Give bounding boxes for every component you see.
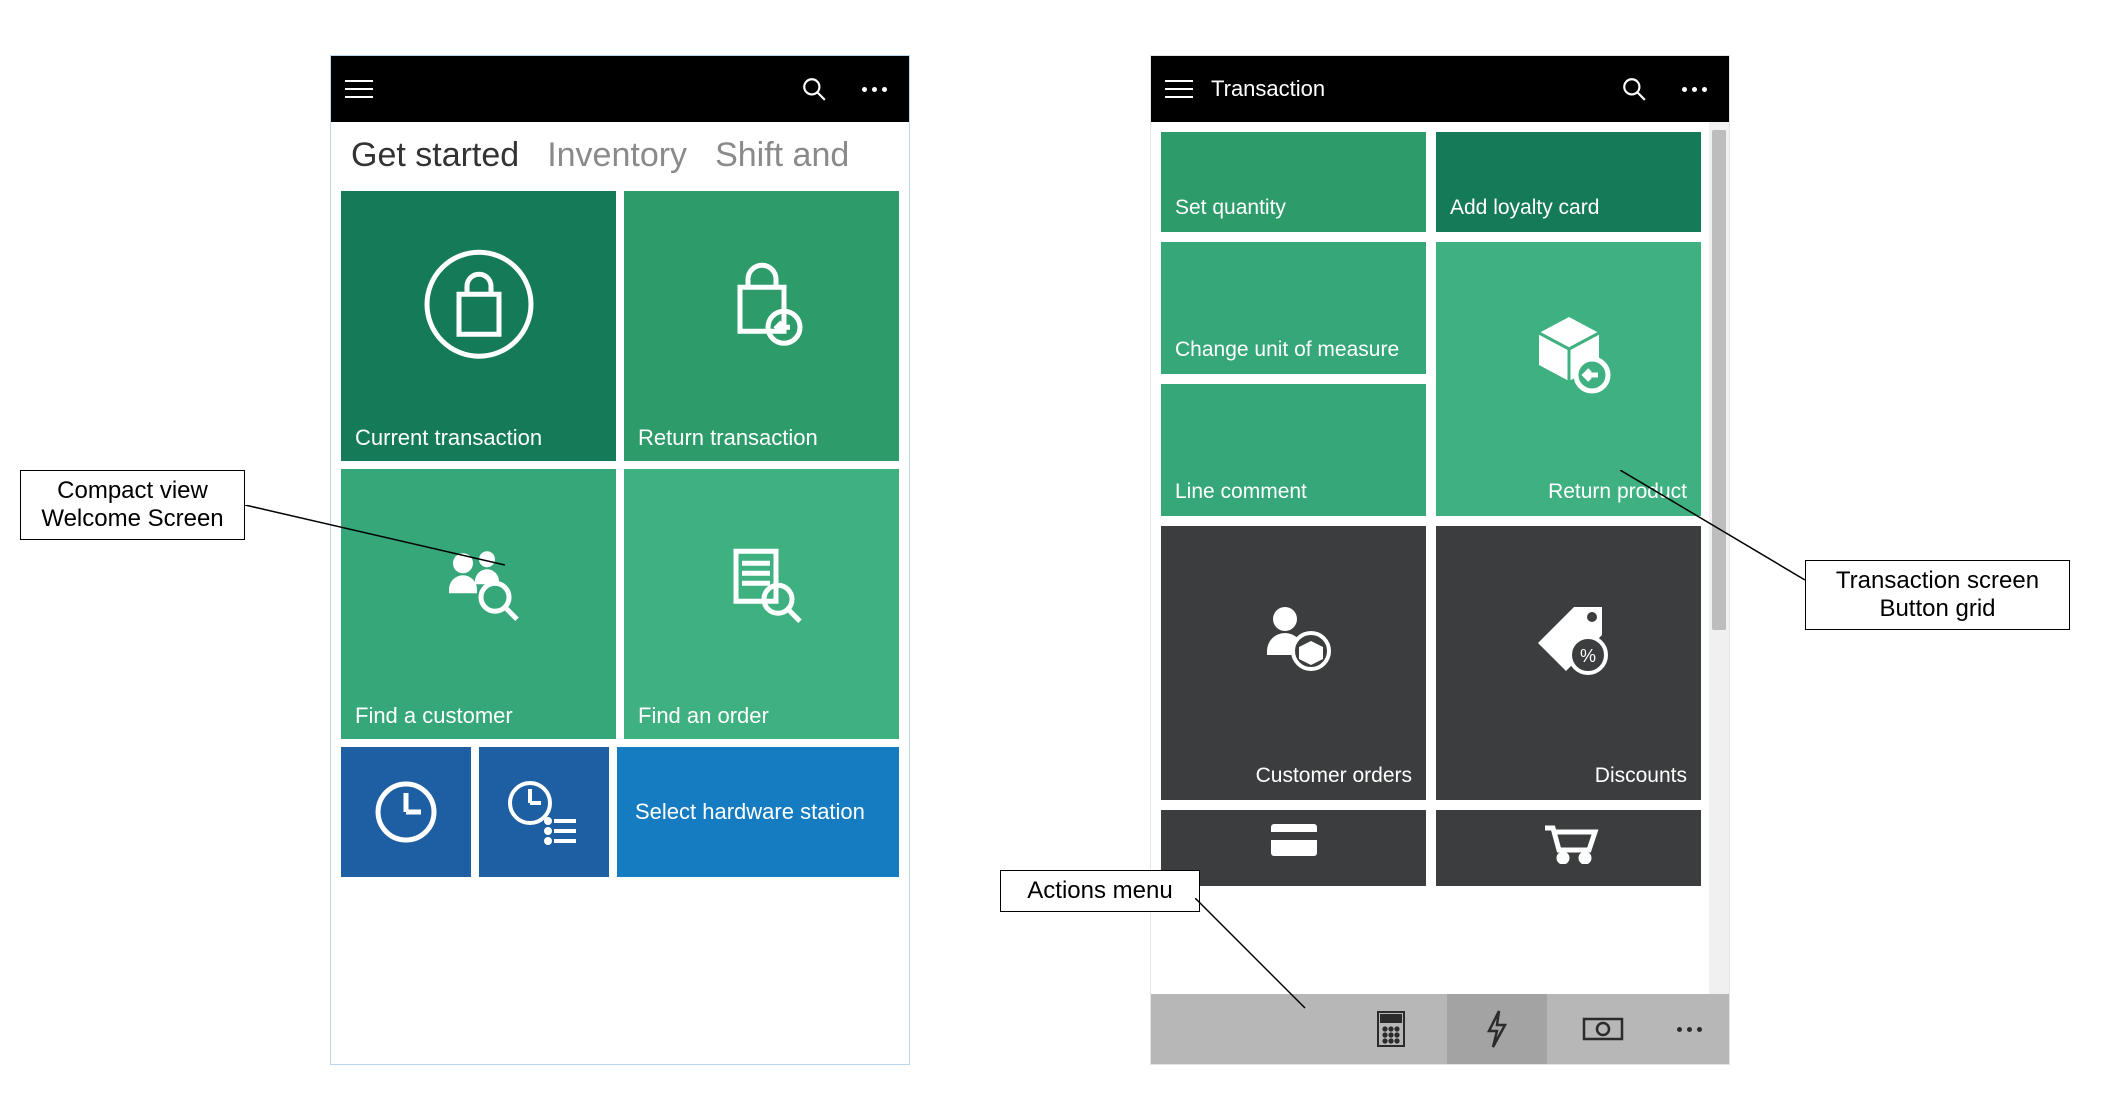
- tile-line-comment[interactable]: Line comment: [1161, 384, 1426, 516]
- actions-menu-bar: [1151, 994, 1729, 1064]
- scrollbar-thumb[interactable]: [1712, 130, 1726, 630]
- annotation-actions-menu: Actions menu: [1000, 870, 1200, 912]
- welcome-tile-grid: Current transaction Return transaction: [331, 183, 909, 747]
- action-quick-actions[interactable]: [1447, 994, 1547, 1064]
- tile-return-transaction[interactable]: Return transaction: [624, 191, 899, 461]
- tile-label: Line comment: [1175, 480, 1307, 504]
- search-icon: [801, 76, 827, 102]
- more-button[interactable]: [853, 68, 895, 110]
- tile-current-transaction[interactable]: Current transaction: [341, 191, 616, 461]
- calculator-icon: [1376, 1010, 1406, 1048]
- tile-find-customer[interactable]: Find a customer: [341, 469, 616, 739]
- ellipsis-icon: [1682, 87, 1707, 92]
- tile-label: Return transaction: [638, 425, 885, 451]
- search-button[interactable]: [1613, 68, 1655, 110]
- tile-label: Add loyalty card: [1450, 196, 1599, 220]
- transaction-screen-phone: Transaction Set quantity Add loyalty car…: [1150, 55, 1730, 1065]
- tile-change-unit-of-measure[interactable]: Change unit of measure: [1161, 242, 1426, 374]
- shopping-bag-circle-icon: [419, 244, 539, 369]
- page-title: Transaction: [1211, 76, 1325, 102]
- hamburger-icon[interactable]: [345, 80, 373, 98]
- tile-partial-cart[interactable]: [1436, 810, 1701, 886]
- ellipsis-icon: [862, 87, 887, 92]
- topbar: [331, 56, 909, 122]
- action-calculator[interactable]: [1341, 994, 1441, 1064]
- search-icon: [1621, 76, 1647, 102]
- tile-label: Current transaction: [355, 425, 602, 451]
- clock-icon: [371, 777, 441, 847]
- tile-find-order[interactable]: Find an order: [624, 469, 899, 739]
- ellipsis-icon: [1677, 1027, 1702, 1032]
- topbar: Transaction: [1151, 56, 1729, 122]
- customer-orders-icon: [1249, 593, 1339, 689]
- annotation-welcome-screen: Compact view Welcome Screen: [20, 470, 245, 540]
- cart-icon: [1539, 820, 1599, 864]
- tile-label: Customer orders: [1256, 764, 1412, 788]
- hamburger-icon[interactable]: [1165, 80, 1193, 98]
- tile-select-hardware-station[interactable]: Select hardware station: [617, 747, 899, 877]
- tile-label: Return product: [1548, 480, 1687, 504]
- welcome-tile-row-small: Select hardware station: [331, 747, 909, 877]
- transaction-button-grid: Set quantity Add loyalty card Change uni…: [1151, 122, 1709, 994]
- tile-add-loyalty-card[interactable]: Add loyalty card: [1436, 132, 1701, 232]
- welcome-screen-phone: Get started Inventory Shift and Current …: [330, 55, 910, 1065]
- svg-text:%: %: [1579, 646, 1595, 666]
- tabstrip: Get started Inventory Shift and: [331, 122, 909, 183]
- action-more[interactable]: [1659, 994, 1719, 1064]
- tile-customer-orders[interactable]: Customer orders: [1161, 526, 1426, 800]
- tile-label: Find an order: [638, 703, 885, 729]
- tile-label: Discounts: [1595, 764, 1687, 788]
- annotation-transaction-grid: Transaction screen Button grid: [1805, 560, 2070, 630]
- tab-inventory[interactable]: Inventory: [547, 136, 687, 175]
- clock-list-icon: [504, 777, 584, 847]
- tile-discounts[interactable]: % Discounts: [1436, 526, 1701, 800]
- more-button[interactable]: [1673, 68, 1715, 110]
- action-cash[interactable]: [1553, 994, 1653, 1064]
- scrollbar[interactable]: [1709, 122, 1729, 994]
- tile-label: Select hardware station: [635, 799, 865, 825]
- tab-get-started[interactable]: Get started: [351, 136, 519, 175]
- tile-label: Set quantity: [1175, 196, 1286, 220]
- discount-tag-icon: %: [1524, 593, 1614, 689]
- tab-shift[interactable]: Shift and: [715, 136, 849, 175]
- cash-icon: [1581, 1015, 1625, 1043]
- search-button[interactable]: [793, 68, 835, 110]
- tile-set-quantity[interactable]: Set quantity: [1161, 132, 1426, 232]
- tile-clock-list[interactable]: [479, 747, 609, 877]
- order-search-icon: [712, 533, 812, 638]
- tile-return-product[interactable]: Return product: [1436, 242, 1701, 516]
- tile-clock[interactable]: [341, 747, 471, 877]
- card-icon: [1267, 820, 1321, 860]
- customer-search-icon: [429, 533, 529, 638]
- tile-partial-card[interactable]: [1161, 810, 1426, 886]
- tile-label: Find a customer: [355, 703, 602, 729]
- tile-label: Change unit of measure: [1175, 338, 1399, 362]
- shopping-bag-return-icon: [712, 255, 812, 360]
- lightning-icon: [1483, 1009, 1511, 1049]
- package-return-icon: [1524, 309, 1614, 405]
